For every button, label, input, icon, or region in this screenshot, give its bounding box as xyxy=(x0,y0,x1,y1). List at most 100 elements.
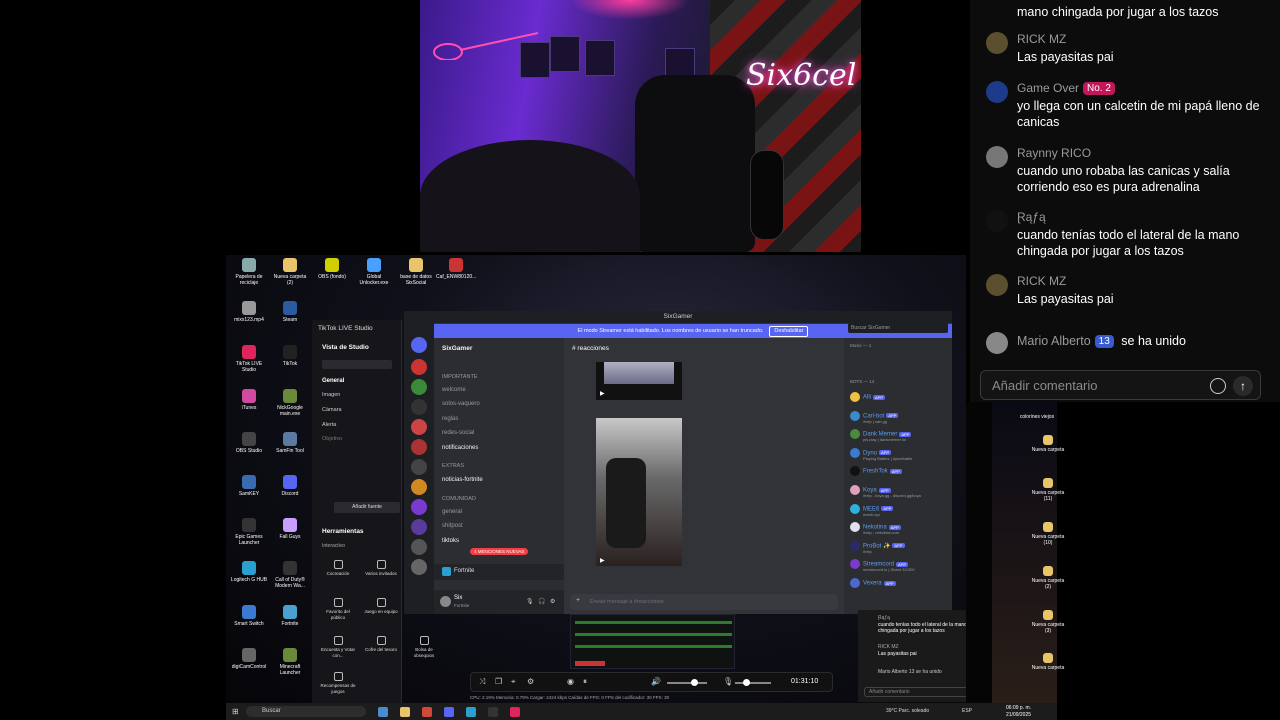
avatar[interactable] xyxy=(440,596,451,607)
play-icon[interactable]: ▶ xyxy=(600,557,605,564)
member-row[interactable]: Nekotina APP/help - nekotina.com xyxy=(850,522,901,535)
desktop-icon[interactable]: Global Unlocker.exe xyxy=(354,258,394,286)
clock[interactable]: 06:09 p. m. 21/09/2025 xyxy=(1006,705,1031,718)
new-mentions-pill[interactable]: 4 MENCIONES NUEVAS xyxy=(470,548,529,555)
desktop-icon[interactable]: Discord xyxy=(270,475,310,497)
channel-rules[interactable]: reglas xyxy=(442,416,458,422)
gear-icon[interactable]: ⚙ xyxy=(550,598,555,605)
source-camera[interactable]: Cámara xyxy=(322,407,342,413)
tool-audience-fav[interactable]: Favorito del público xyxy=(320,598,356,620)
server-icon[interactable] xyxy=(411,539,427,555)
desktop-icon[interactable]: SamKEY xyxy=(229,475,269,497)
folder-icon[interactable]: Nueva carpeta (3) xyxy=(1028,610,1068,634)
desktop-icon[interactable]: mixx123.mp4 xyxy=(229,301,269,323)
desktop-icon[interactable]: iTunes xyxy=(229,389,269,411)
discord-icon[interactable] xyxy=(444,707,454,717)
server-icon[interactable] xyxy=(411,399,427,415)
desktop-icon[interactable]: OBS (fondo) xyxy=(312,258,352,280)
desktop-icon[interactable]: Fortnite xyxy=(270,605,310,627)
member-row[interactable]: Dyno APP Playing Battles | dyno/battle xyxy=(850,447,912,461)
channel-shitpost[interactable]: shitpost xyxy=(442,523,463,529)
server-name[interactable]: SixGamer xyxy=(442,345,472,352)
layers-icon[interactable]: ❐ xyxy=(495,677,502,686)
desktop-icon[interactable]: TikTok xyxy=(270,345,310,367)
send-icon[interactable]: ↑ xyxy=(1233,376,1253,396)
channel-notifications[interactable]: notificaciones xyxy=(442,445,478,451)
taskbar-app-icon[interactable] xyxy=(488,707,498,717)
channel-welcome[interactable]: welcome xyxy=(442,387,466,393)
plus-icon[interactable]: + xyxy=(576,597,580,604)
member-row[interactable]: Koya APP/help - koya.gg - discord.gg/koya xyxy=(850,485,921,498)
mic-slider-thumb[interactable] xyxy=(743,679,750,686)
windows-start-icon[interactable]: ⊞ xyxy=(232,707,239,716)
desktop-icon[interactable]: digiCamControl xyxy=(229,648,269,670)
desktop-icon[interactable]: Call of Duty® Modern Wa... xyxy=(270,561,310,589)
folder-icon[interactable]: Nueva carpeta (11) xyxy=(1028,478,1068,502)
file-explorer-icon[interactable] xyxy=(400,707,410,717)
desktop-icon[interactable]: Nueva carpeta (2) xyxy=(270,258,310,286)
desktop-icon[interactable]: Smart Switch xyxy=(229,605,269,627)
member-row[interactable]: FreshTok APP xyxy=(850,466,902,477)
tool-treasure-chest[interactable]: Cofre del tesoro xyxy=(363,636,399,653)
desktop-icon[interactable]: Logitech G HUB xyxy=(229,561,269,583)
desktop-icon[interactable]: Minecraft Launcher xyxy=(270,648,310,676)
server-icon[interactable] xyxy=(411,499,427,515)
scene-dropdown[interactable]: General xyxy=(322,378,344,384)
studio-view-dropdown[interactable]: Vista de Studio xyxy=(322,344,369,351)
category-extras[interactable]: EXTRAS xyxy=(442,463,464,469)
server-icon[interactable] xyxy=(411,519,427,535)
volume-slider[interactable] xyxy=(667,682,707,684)
channel-fortnite-news[interactable]: noticias-fortnite xyxy=(442,477,483,483)
add-server-icon[interactable] xyxy=(411,559,427,575)
desktop-icon[interactable]: Fall Guys xyxy=(270,518,310,540)
folder-icon[interactable]: colorines viejos xyxy=(1017,402,1057,420)
taskbar-app-icon[interactable] xyxy=(378,707,388,717)
taskbar-search[interactable]: Buscar xyxy=(246,706,366,717)
tool-gift-bag[interactable]: Bolsa de obsequios xyxy=(406,636,442,658)
category-important[interactable]: IMPORTANTE xyxy=(442,374,478,380)
taskbar-app-icon[interactable] xyxy=(466,707,476,717)
folder-icon[interactable]: Nueva carpeta xyxy=(1028,435,1068,453)
message-input[interactable]: + Enviar mensaje a #reacciones xyxy=(570,594,838,610)
desktop-icon[interactable]: Caf_ENW80120... xyxy=(436,258,476,280)
add-source-button[interactable]: Añadir fuente xyxy=(334,502,400,513)
mic-slider[interactable] xyxy=(735,682,771,684)
server-icon[interactable] xyxy=(411,479,427,495)
member-row[interactable]: Vexera APP xyxy=(850,578,896,588)
volume-icon[interactable]: 🔊 xyxy=(651,677,661,686)
desktop-icon[interactable]: NickGoogle main.exe xyxy=(270,389,310,417)
server-icon[interactable] xyxy=(411,419,427,435)
channel-solos[interactable]: solos-vaquero xyxy=(442,401,480,407)
category-community[interactable]: COMUNIDAD xyxy=(442,496,476,502)
tool-poll[interactable]: Encuesta y Votar con... xyxy=(320,636,356,658)
tool-game-rewards[interactable]: Recompensas de juegos xyxy=(320,672,356,694)
pause-icon[interactable]: ⏸ xyxy=(583,677,587,687)
camera-icon[interactable]: ⌖ xyxy=(511,677,516,687)
view-toggle[interactable] xyxy=(322,360,392,369)
record-icon[interactable]: ◉ xyxy=(567,677,574,686)
channel-tiktoks[interactable]: tiktoks xyxy=(442,538,459,544)
folder-icon[interactable]: Nueva carpeta (2) xyxy=(1028,566,1068,590)
source-alert[interactable]: Alerta xyxy=(322,422,336,428)
server-icon[interactable] xyxy=(411,359,427,375)
desktop-icon[interactable]: Steam xyxy=(270,301,310,323)
server-icon[interactable] xyxy=(411,379,427,395)
folder-icon[interactable]: Nueva carpeta xyxy=(1028,653,1068,671)
channel-socials[interactable]: redes-social xyxy=(442,430,474,436)
mic-icon[interactable]: 🎙 xyxy=(526,598,534,605)
member-row[interactable]: ProBot ✨ APP/help xyxy=(850,540,905,554)
desktop-icon[interactable]: OBS Studio xyxy=(229,432,269,454)
member-row[interactable]: Carl-bot APP/help | carl.gg xyxy=(850,410,899,424)
tool-cocreation[interactable]: Cocreación xyxy=(320,560,356,577)
source-goal[interactable]: Objetivo xyxy=(322,436,342,442)
emoji-icon[interactable] xyxy=(1210,378,1226,394)
headphones-icon[interactable]: 🎧 xyxy=(538,598,545,605)
comment-input[interactable]: Añadir comentario ↑ xyxy=(980,370,1261,400)
tool-multi-guest[interactable]: Varios invitados xyxy=(363,560,399,577)
member-row[interactable]: Streamcord APP streamcord.io | Shard 32/30… xyxy=(850,559,915,572)
settings-icon[interactable]: ⚙ xyxy=(527,677,534,686)
source-image[interactable]: Imagen xyxy=(322,392,340,398)
desktop-icon[interactable]: TikTok LIVE Studio xyxy=(229,345,269,373)
video-embed[interactable]: ▶ xyxy=(596,362,682,400)
weather-widget[interactable]: 39°C Parc. soleado xyxy=(886,708,929,714)
